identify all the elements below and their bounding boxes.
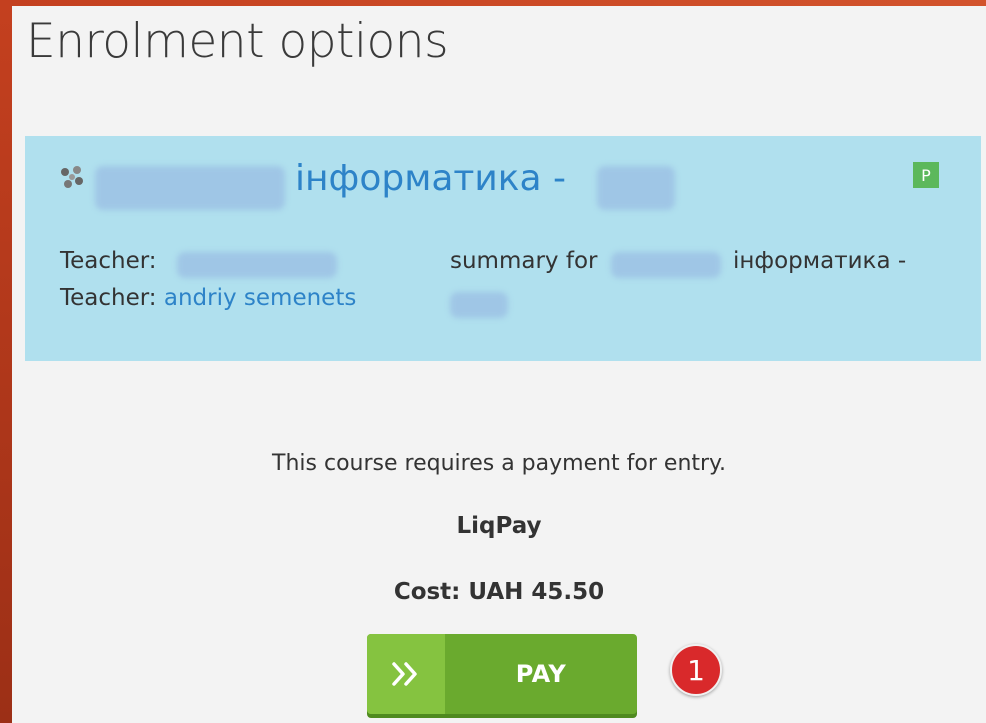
course-summary-prefix: summary for: [450, 248, 598, 274]
pay-icon-section: [367, 634, 445, 714]
step-number-badge: 1: [670, 644, 722, 696]
blurred-teacher-name: [177, 252, 337, 278]
window-frame-left: [0, 0, 12, 723]
course-info-box: інформатика - P Teacher: Teacher: andriy…: [25, 136, 981, 361]
enrolment-page: Enrolment options інформатика - P Teache…: [12, 6, 986, 723]
pay-button-label: PAY: [515, 660, 567, 688]
blurred-course-prefix: [95, 166, 285, 210]
blurred-summary-name: [611, 252, 721, 278]
double-chevron-right-icon: [392, 662, 417, 686]
teacher-name-link[interactable]: andriy semenets: [164, 285, 356, 311]
pay-button[interactable]: PAY: [367, 634, 637, 714]
teacher-label: Teacher:: [60, 248, 157, 274]
teacher-line-1: Teacher:: [60, 248, 157, 274]
teacher-line-2: Teacher: andriy semenets: [60, 285, 356, 311]
payment-gateway-name: LiqPay: [456, 513, 542, 539]
teacher-label: Teacher:: [60, 285, 157, 311]
course-cost: Cost: UAH 45.50: [393, 579, 605, 605]
blurred-summary-year: [450, 292, 508, 318]
blurred-course-suffix: [597, 166, 675, 210]
page-title: Enrolment options: [26, 14, 449, 69]
course-summary-suffix: інформатика -: [733, 248, 907, 274]
course-name-link[interactable]: інформатика -: [295, 158, 566, 199]
course-badge: P: [913, 162, 939, 188]
payment-required-message: This course requires a payment for entry…: [272, 451, 726, 476]
course-network-icon: [61, 166, 83, 188]
